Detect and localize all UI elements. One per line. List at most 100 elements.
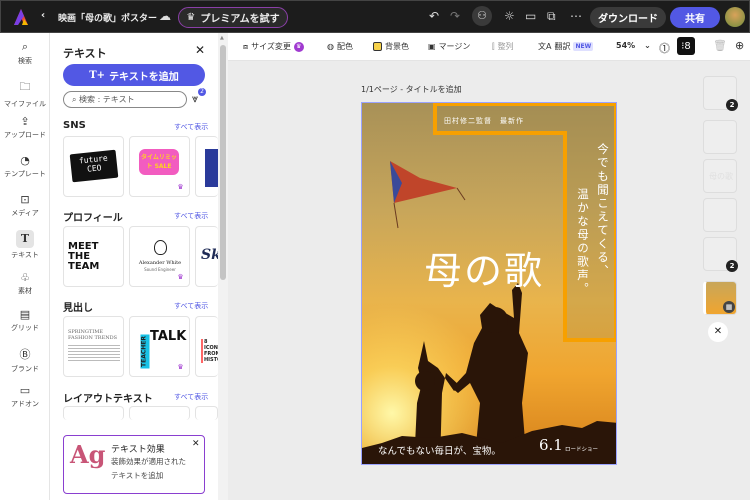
rail-item-label: テキスト (11, 251, 39, 259)
duplicate-icon[interactable]: ⧉ (547, 9, 556, 24)
more-icon[interactable]: ⋯ (570, 9, 582, 23)
premium-crown-icon: ♛ (175, 272, 186, 283)
add-text-label: テキストを追加 (109, 71, 179, 83)
see-all-layout[interactable]: すべて表示 (174, 392, 208, 402)
margin-icon: ▣ (428, 42, 436, 51)
color-button[interactable]: ◍ 配色 (327, 41, 353, 52)
layer-thumb-tagline[interactable]: 2 (703, 76, 738, 111)
color-label: 配色 (336, 42, 353, 51)
download-button[interactable]: ダウンロード (590, 7, 666, 28)
template-card-sale[interactable]: タイムリミット SALE ♛ (129, 136, 190, 197)
search-input[interactable]: ⌕ 検索 : テキスト (63, 91, 187, 108)
rail-item-upload[interactable]: ⇪ アップロード (0, 115, 50, 140)
layers-icon[interactable]: ⁝8 (677, 37, 695, 55)
upload-icon: ⇪ (20, 115, 30, 128)
template-card-meet-team[interactable]: MEET THE TEAM (63, 226, 124, 287)
text-effects-promo[interactable]: Ag テキスト効果 装飾効果が適用された テキストを追加 ✕ (63, 435, 205, 494)
background-color-button[interactable]: 背景色 (373, 41, 409, 52)
effect-desc-1: 装飾効果が適用された (111, 457, 186, 466)
back-icon[interactable]: ‹ (41, 10, 45, 21)
rail-item-text[interactable]: T テキスト (0, 230, 50, 260)
redo-icon[interactable]: ↷ (450, 9, 460, 23)
rail-item-label: マイファイル (4, 100, 46, 108)
close-icon[interactable]: ✕ (192, 439, 200, 449)
tagline-line-2: 温かな母の歌声。 (576, 188, 590, 296)
rail-item-label: 検索 (18, 57, 32, 65)
rail-item-template[interactable]: ◔ テンプレート (0, 154, 50, 179)
icons-text: 8 ICONS FROM HISTO (201, 339, 218, 363)
see-all-heading[interactable]: すべて表示 (174, 301, 208, 311)
grid-icon: ▤ (19, 308, 31, 321)
media-icon: ⊡ (20, 193, 30, 206)
poster-canvas[interactable]: 田村修二監督 最新作 今でも聞こえてくる、 温かな母の歌声。 母の歌 なんでもな… (361, 102, 617, 465)
rail-item-label: グリッド (11, 324, 39, 332)
translate-button[interactable]: 文A 翻訳 NEW (538, 41, 594, 52)
add-text-button[interactable]: T+ テキストを追加 (63, 64, 205, 86)
template-card-future-ceo[interactable]: future CEO (63, 136, 124, 197)
margin-button[interactable]: ▣ マージン (428, 41, 470, 52)
add-text-icon: T+ (89, 69, 106, 81)
add-circle-icon[interactable]: ⊕ (735, 39, 744, 52)
template-card[interactable] (63, 406, 124, 420)
rail-item-search[interactable]: ⌕ 検索 (0, 40, 50, 66)
invite-user-icon[interactable]: ⚇ (472, 6, 492, 26)
app-logo[interactable] (14, 9, 28, 25)
layer-thumb-director[interactable] (703, 120, 737, 154)
premium-crown-icon: ♛ (175, 362, 186, 373)
translate-icon: 文A (538, 42, 552, 51)
see-all-sns[interactable]: すべて表示 (174, 122, 208, 132)
template-card-partial[interactable] (195, 136, 218, 197)
template-card-partial[interactable]: Sk (195, 226, 218, 287)
trash-icon[interactable]: 🗑 (713, 39, 727, 52)
rail-item-addon[interactable]: ▭ アドオン (0, 384, 50, 409)
tagline-line-1: 今でも聞こえてくる、 (596, 143, 610, 278)
layer-thumb-title[interactable]: 母の歌 (703, 159, 737, 193)
template-card[interactable] (195, 406, 218, 420)
edit-toolbar: ⧈ サイズ変更 ♛ ◍ 配色 背景色 ▣ マージン ⫿ 整列 文A 翻訳 NEW 54% ⌄ ⓵… (228, 33, 750, 61)
layer-thumb-date[interactable]: 2 (703, 237, 738, 272)
avatar[interactable] (725, 7, 745, 27)
share-button[interactable]: 共有 (670, 7, 720, 28)
section-title-sns: SNS (63, 120, 86, 131)
new-badge: NEW (573, 42, 594, 51)
see-all-profile[interactable]: すべて表示 (174, 211, 208, 221)
scrollbar-thumb[interactable] (220, 45, 226, 280)
filter-icon[interactable]: ⩔ 2 (192, 88, 206, 106)
layer-thumb-text[interactable] (703, 198, 737, 232)
rail-item-brand[interactable]: Ⓑ ブランド (0, 346, 50, 374)
close-icon[interactable]: ✕ (195, 43, 205, 57)
filter-count-badge: 2 (198, 88, 206, 96)
document-title[interactable]: 映画「母の歌」ポスター (58, 11, 157, 24)
page-icon[interactable]: ⓵ (659, 40, 670, 56)
layer-thumb-image[interactable]: ▦ (703, 281, 737, 315)
rail-item-media[interactable]: ⊡ メディア (0, 193, 50, 218)
template-card-teacher-talk[interactable]: TEACHER TALK ♛ (129, 316, 190, 377)
body-text-lines (68, 345, 120, 363)
align-button[interactable]: ⫿ 整列 (492, 41, 514, 52)
template-card[interactable] (129, 406, 190, 420)
crown-icon: ♛ (186, 12, 196, 23)
page-label[interactable]: 1/1ページ - タイトルを追加 (361, 84, 462, 95)
folder-icon: 🗀 (19, 80, 31, 93)
try-premium-button[interactable]: ♛ プレミアムを試す (178, 7, 288, 28)
template-card-springtime[interactable]: SPRINGTIME FASHION TRENDS (63, 316, 124, 377)
ag-logo: Ag (70, 440, 106, 469)
title-thumb-text: 母の歌 (709, 172, 733, 181)
lightbulb-icon[interactable]: ☼ (504, 9, 515, 23)
top-bar: ‹ 映画「母の歌」ポスター ☁ ♛ プレミアムを試す ↶ ↷ ⚇ ☼ ▭ ⧉ ⋯ … (0, 0, 750, 33)
face-icon (154, 240, 167, 255)
card-graphic (205, 149, 218, 187)
rail-item-folder[interactable]: 🗀 マイファイル (0, 78, 50, 109)
rail-item-grid[interactable]: ▤ グリッド (0, 308, 50, 333)
close-layers-button[interactable]: ✕ (708, 322, 728, 342)
template-card-partial[interactable]: 8 ICONS FROM HISTO (195, 316, 218, 377)
resize-button[interactable]: ⧈ サイズ変更 ♛ (243, 41, 304, 52)
rail-item-elements[interactable]: ♧ 素材 (0, 271, 50, 296)
layer-count-badge: 2 (726, 99, 738, 111)
template-icon: ◔ (20, 154, 30, 167)
template-card-alexander[interactable]: Alexander White Sound Engineer ♛ (129, 226, 190, 287)
undo-icon[interactable]: ↶ (429, 9, 439, 23)
zoom-select[interactable]: 54% ⌄ (616, 41, 651, 50)
comment-icon[interactable]: ▭ (525, 9, 536, 23)
rail-item-label: メディア (11, 209, 39, 217)
